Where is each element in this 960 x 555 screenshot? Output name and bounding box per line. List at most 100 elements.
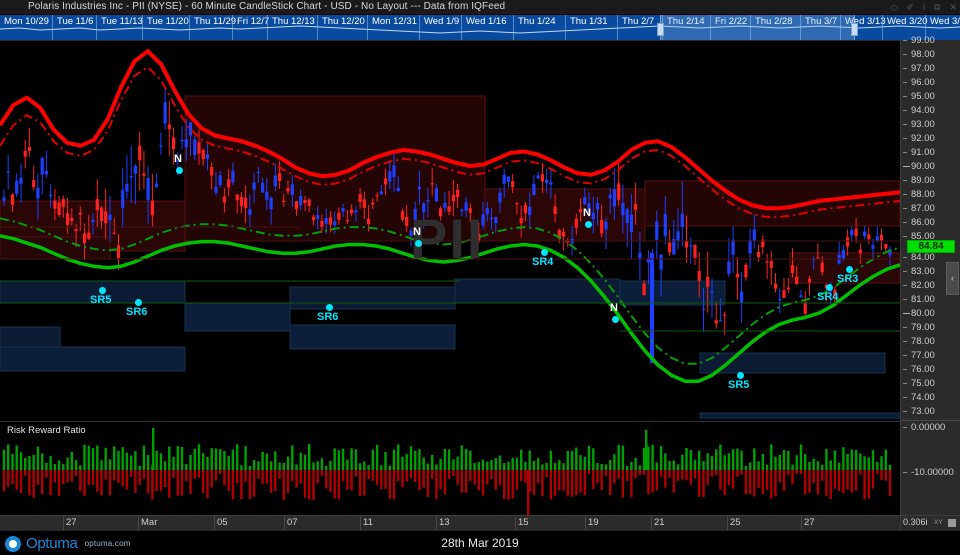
date-axis-label: 13: [439, 517, 450, 528]
risk-reward-histogram: [2, 428, 892, 516]
tick-label: 99.00: [911, 35, 935, 46]
navigator-handle-right[interactable]: [851, 23, 858, 36]
window-controls: ◇ ✐ i ⧉ ✕: [891, 0, 957, 15]
navigator-label: Wed 1/16: [466, 16, 507, 27]
info-icon[interactable]: i: [923, 3, 925, 12]
status-bar: Optuma optuma.com 28th Mar 2019: [0, 530, 960, 555]
date-axis-separator: [585, 516, 586, 531]
price-axis-tick: 74.00: [901, 392, 960, 404]
navigator-label: Thu 11/29: [194, 16, 237, 27]
date-axis-separator: [138, 516, 139, 531]
navigator-separator: [565, 15, 566, 40]
marker-label: N: [610, 302, 618, 314]
price-axis[interactable]: 99.00 98.00 97.00 96.00 95.00 94.00 93.00 92.00…: [900, 35, 960, 515]
pane-divider: [901, 420, 960, 421]
date-axis[interactable]: 27 Mar 05 07 11 13 15 19 21 25 27: [0, 515, 900, 531]
pin-icon[interactable]: ✐: [906, 3, 914, 12]
axis-collapse-button[interactable]: ‹: [946, 262, 959, 295]
marker-label: SR4: [532, 256, 554, 268]
tick-dash: [903, 397, 907, 398]
marker-label: SR5: [728, 379, 750, 391]
navigator-label: Thu 12/13: [272, 16, 315, 27]
tick-dash: [903, 327, 907, 328]
tick-label: 87.00: [911, 203, 935, 214]
tick-label: 73.00: [911, 406, 935, 417]
tick-dash: [903, 369, 907, 370]
date-axis-separator: [801, 516, 802, 531]
tick-dash: [903, 96, 907, 97]
tick-label: 95.00: [911, 91, 935, 102]
price-axis-tick: 79.00: [901, 322, 960, 334]
navigator-handle-left[interactable]: [657, 23, 664, 36]
navigator-separator: [617, 15, 618, 40]
date-axis-label: 11: [363, 517, 373, 528]
navigator-separator: [267, 15, 268, 40]
lock-icon[interactable]: [948, 519, 956, 527]
marker-dot-icon: [415, 240, 422, 247]
navigator-label: Tue 11/20: [147, 16, 189, 27]
navigator-separator: [189, 15, 190, 40]
navigator-label: Thu 1/24: [518, 16, 556, 27]
price-axis-tick: 75.00: [901, 378, 960, 390]
scale-ratio-value: 0.306i: [903, 517, 928, 527]
tick-dash: [903, 411, 907, 412]
date-axis-separator: [651, 516, 652, 531]
tick-dash: [903, 299, 907, 300]
tick-label: 82.00: [911, 280, 935, 291]
last-price-tag: 84.84: [907, 240, 955, 253]
tick-dash: [903, 236, 907, 237]
marker-label: SR6: [317, 311, 339, 323]
date-axis-separator: [515, 516, 516, 531]
marker-dot-icon: [326, 304, 333, 311]
xy-scale-label[interactable]: XY: [934, 519, 943, 526]
date-navigator[interactable]: Mon 10/29 Tue 11/6 Tue 11/13 Tue 11/20 Thu 1…: [0, 15, 960, 40]
tick-label: 0.00000: [911, 422, 946, 433]
tick-dash: [903, 194, 907, 195]
price-axis-tick: 90.00: [901, 161, 960, 173]
price-axis-tick: 94.00: [901, 105, 960, 117]
tick-label: 94.00: [911, 105, 935, 116]
price-axis-tick: 96.00: [901, 77, 960, 89]
indicator-pane[interactable]: Risk Reward Ratio: [0, 421, 900, 516]
price-axis-tick: 77.00: [901, 350, 960, 362]
price-axis-tick: -10.00000: [901, 467, 960, 479]
price-axis-tick: 89.00: [901, 175, 960, 187]
window-title: Polaris Industries Inc - PII (NYSE) - 60…: [28, 1, 506, 12]
diamond-icon[interactable]: ◇: [891, 3, 898, 12]
navigator-separator: [367, 15, 368, 40]
marker-dot-icon: [846, 266, 853, 273]
tick-dash: [903, 152, 907, 153]
marker-label: N: [174, 153, 182, 165]
navigator-separator: [882, 15, 883, 40]
tick-dash: [903, 472, 907, 473]
tick-dash: [903, 285, 907, 286]
tick-label: 80.00: [911, 308, 935, 319]
date-axis-separator: [214, 516, 215, 531]
marker-label: SR5: [90, 294, 112, 306]
date-axis-label: 07: [287, 517, 298, 528]
navigator-selection-range[interactable]: [660, 15, 855, 40]
marker-label: SR4: [817, 291, 839, 303]
navigator-label: Thu 2/7: [622, 16, 655, 27]
tick-label: 74.00: [911, 392, 935, 403]
axis-corner-box[interactable]: 0.306i XY: [900, 515, 960, 530]
navigator-separator: [52, 15, 53, 40]
tick-dash: [903, 180, 907, 181]
price-axis-tick: 87.00: [901, 203, 960, 215]
marker-label: N: [413, 226, 421, 238]
tick-dash: [903, 222, 907, 223]
tick-dash: [903, 313, 910, 314]
restore-icon[interactable]: ⧉: [934, 3, 940, 12]
price-pane[interactable]: PII N SR5 SR6 SR6 N SR4 N N SR5 SR4 SR3: [0, 41, 900, 419]
navigator-label: Mon 10/29: [4, 16, 49, 27]
price-axis-tick: 93.00: [901, 119, 960, 131]
navigator-separator: [317, 15, 318, 40]
optuma-chart-window: Polaris Industries Inc - PII (NYSE) - 60…: [0, 0, 960, 555]
tick-label: 92.00: [911, 133, 935, 144]
price-axis-tick: 97.00: [901, 63, 960, 75]
close-icon[interactable]: ✕: [949, 3, 957, 12]
marker-dot-icon: [176, 167, 183, 174]
symbol-watermark: PII: [410, 207, 485, 270]
navigator-separator: [96, 15, 97, 40]
tick-label: 96.00: [911, 77, 935, 88]
